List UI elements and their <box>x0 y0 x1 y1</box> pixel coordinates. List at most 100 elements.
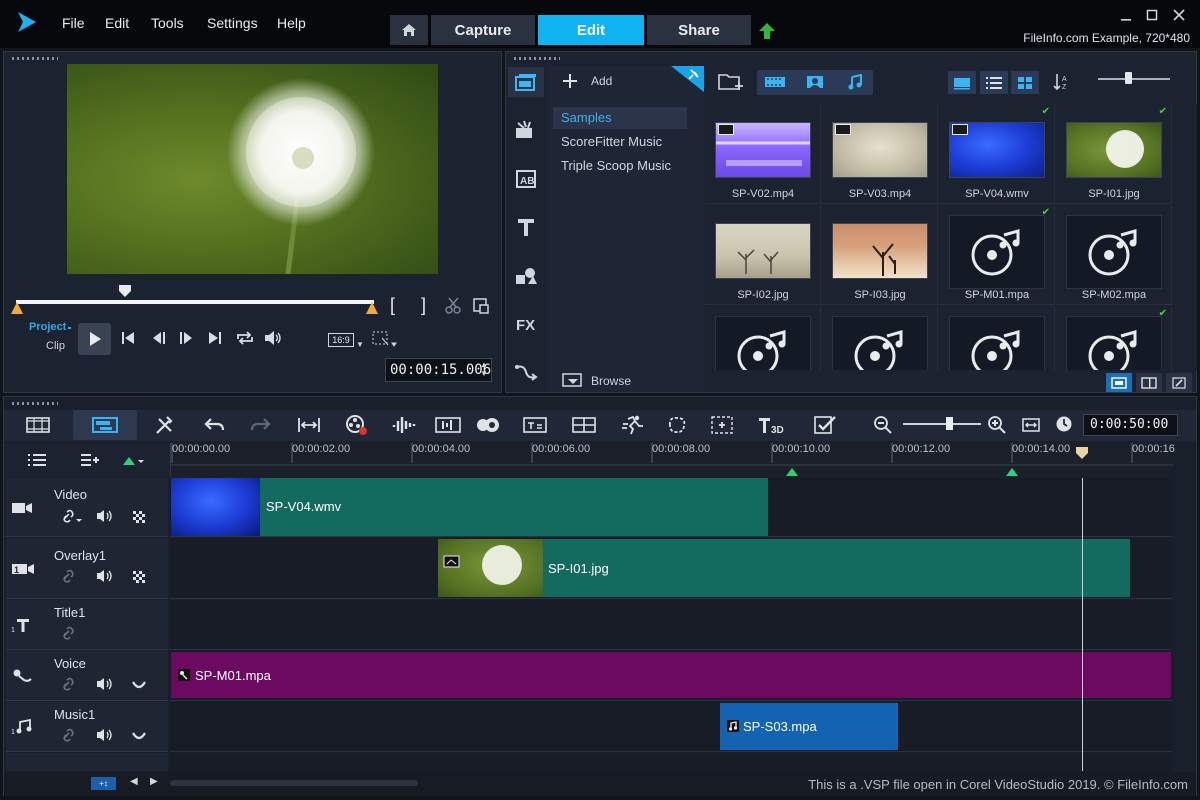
add-folder-icon[interactable] <box>562 73 578 89</box>
aspect-dropdown-icon[interactable]: ▼ <box>356 340 364 349</box>
zoom-slider-handle[interactable] <box>946 417 953 430</box>
library-panel-button[interactable] <box>1106 373 1132 392</box>
track-height-toggle[interactable]: +↕ <box>91 777 116 790</box>
timecode-spinner[interactable]: ▲ ▼ <box>480 360 488 378</box>
close-button[interactable] <box>1166 5 1192 25</box>
zoom-in-icon[interactable] <box>987 415 1007 435</box>
mask-creator-button[interactable] <box>660 410 694 440</box>
audio-ducking-icon[interactable] <box>132 731 146 741</box>
menu-file[interactable]: File <box>62 15 85 31</box>
motion-tracking-button[interactable] <box>472 410 506 440</box>
track-volume-icon[interactable] <box>96 728 116 742</box>
playhead-marker[interactable] <box>118 284 132 298</box>
track-header-title1[interactable]: 1 Title1 <box>6 600 168 650</box>
media-grid-scroll-area[interactable] <box>1172 104 1197 370</box>
track-header-music1[interactable]: 1 Music1 <box>6 702 168 752</box>
storyboard-view-button[interactable] <box>21 410 55 440</box>
panel-grip[interactable] <box>12 402 58 405</box>
show-audio-icon[interactable] <box>843 74 867 90</box>
trim-end-handle[interactable] <box>366 300 378 314</box>
media-item[interactable] <box>822 306 938 370</box>
media-item[interactable]: ✔ SP-V04.wmv <box>939 104 1055 204</box>
show-photos-icon[interactable] <box>803 74 827 90</box>
add-category-button[interactable]: Add <box>591 74 612 88</box>
panel-grip[interactable] <box>514 57 560 60</box>
track-header-overlay1[interactable]: 1 Overlay1 <box>6 538 168 599</box>
preview-video[interactable] <box>67 64 438 274</box>
transparency-icon[interactable] <box>132 510 146 524</box>
transparency-icon[interactable] <box>132 570 146 584</box>
filter-tool[interactable]: FX <box>508 309 544 339</box>
track-header-video[interactable]: Video <box>6 478 168 537</box>
display-size-icon[interactable] <box>372 331 398 349</box>
pin-panel-button[interactable] <box>671 66 704 92</box>
volume-icon[interactable] <box>263 330 283 346</box>
timeline-vertical-scroll-area[interactable] <box>1172 478 1196 771</box>
instant-project-tool[interactable] <box>508 115 544 145</box>
multi-camera-button[interactable] <box>567 410 601 440</box>
track-header-voice[interactable]: Voice <box>6 651 168 701</box>
zoom-out-icon[interactable] <box>873 415 893 435</box>
mode-clip-label[interactable]: Clip <box>46 340 65 352</box>
subtitle-editor-button[interactable] <box>518 410 552 440</box>
trim-bar[interactable] <box>16 300 374 304</box>
record-capture-button[interactable] <box>340 410 374 440</box>
toolbox-button[interactable] <box>147 410 181 440</box>
zoom-slider[interactable] <box>903 423 981 425</box>
timeline-scrubber-handle[interactable] <box>1075 446 1089 460</box>
aspect-ratio-button[interactable]: 16:9 <box>328 333 354 347</box>
thumbnail-size-slider[interactable] <box>1098 78 1170 80</box>
options-panel-button[interactable] <box>1136 373 1162 392</box>
menu-help[interactable]: Help <box>277 15 306 31</box>
mark-in-button[interactable]: [ <box>390 295 395 316</box>
sort-icon[interactable]: AZ <box>1052 73 1070 91</box>
media-item[interactable]: ✔ SP-I01.jpg <box>1056 104 1172 204</box>
scroll-left-icon[interactable]: ◀ <box>130 776 138 787</box>
minimize-button[interactable] <box>1113 5 1139 25</box>
transition-tool[interactable]: AB <box>508 164 544 194</box>
media-item[interactable]: SP-I03.jpg <box>822 205 938 305</box>
media-item[interactable]: SP-M02.mpa <box>1056 205 1172 305</box>
fit-timeline-icon[interactable] <box>1022 416 1040 434</box>
playhead-line[interactable] <box>1082 478 1083 771</box>
media-item[interactable]: ✔ <box>1056 306 1172 370</box>
menu-settings[interactable]: Settings <box>207 15 258 31</box>
media-item[interactable] <box>939 306 1055 370</box>
track-lane-title1[interactable] <box>170 600 1172 650</box>
media-tool[interactable] <box>508 67 544 97</box>
timeline-horizontal-scrollbar[interactable] <box>170 780 418 786</box>
time-remapping-button[interactable] <box>617 410 651 440</box>
auto-music-button[interactable] <box>431 410 465 440</box>
timeline-view-button[interactable] <box>73 410 137 440</box>
track-lane-overlay1[interactable]: SP-I01.jpg <box>170 538 1172 599</box>
chapter-marker[interactable] <box>786 467 798 476</box>
view-thumbnail-button[interactable] <box>948 71 976 94</box>
title-tool[interactable] <box>508 212 544 242</box>
media-item[interactable]: SP-V02.mp4 <box>705 104 821 204</box>
link-icon[interactable] <box>61 677 79 691</box>
chapter-marker[interactable] <box>1006 467 1018 476</box>
enlarge-preview-icon[interactable] <box>472 297 490 315</box>
view-list-button[interactable] <box>980 71 1008 94</box>
menu-edit[interactable]: Edit <box>105 15 129 31</box>
media-item[interactable]: ✔ SP-M01.mpa <box>939 205 1055 305</box>
track-lane-video[interactable]: SP-V04.wmv <box>170 478 1172 537</box>
link-icon[interactable] <box>61 626 79 640</box>
view-grid-button[interactable] <box>1011 71 1039 94</box>
track-volume-icon[interactable] <box>96 569 116 583</box>
menu-tools[interactable]: Tools <box>151 15 184 31</box>
trim-start-handle[interactable] <box>11 300 23 314</box>
category-triple-scoop[interactable]: Triple Scoop Music <box>553 155 687 177</box>
mark-out-button[interactable]: ] <box>421 295 426 316</box>
category-scorefitter[interactable]: ScoreFitter Music <box>553 131 687 153</box>
image-clip[interactable]: SP-I01.jpg <box>438 539 1130 597</box>
track-volume-icon[interactable] <box>96 509 116 523</box>
browse-button[interactable]: Browse <box>591 374 631 388</box>
3d-title-editor-button[interactable]: 3D <box>754 410 792 440</box>
next-frame-icon[interactable] <box>177 330 195 346</box>
video-clip[interactable]: SP-V04.wmv <box>171 478 768 536</box>
voice-clip[interactable]: SP-M01.mpa <box>171 652 1171 698</box>
mode-project-label[interactable]: Project <box>29 321 66 333</box>
go-to-end-icon[interactable] <box>207 330 223 346</box>
play-button[interactable] <box>78 323 111 355</box>
